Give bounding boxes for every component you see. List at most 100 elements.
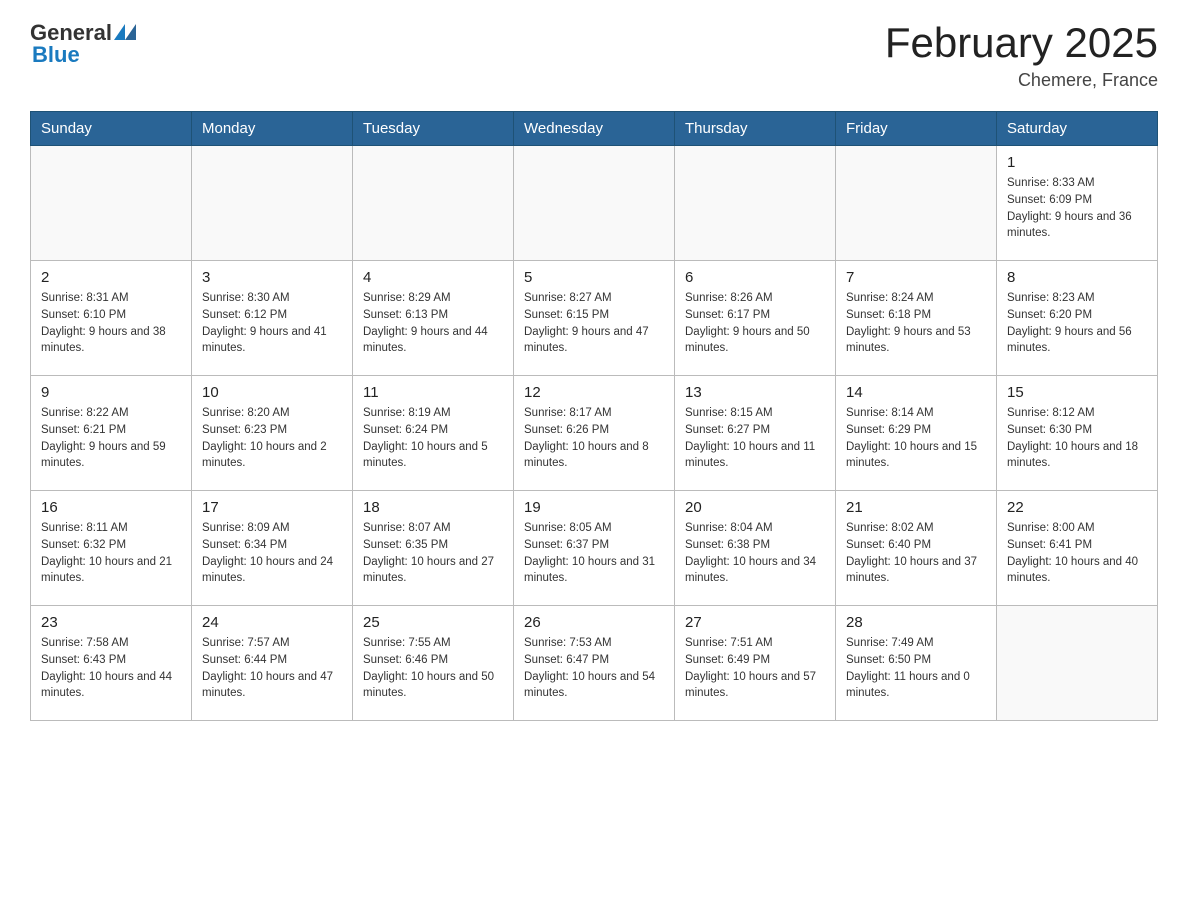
day-number: 3 bbox=[202, 269, 342, 286]
day-info: Sunrise: 8:07 AMSunset: 6:35 PMDaylight:… bbox=[363, 520, 503, 587]
day-number: 28 bbox=[846, 614, 986, 631]
location: Chemere, France bbox=[885, 70, 1158, 91]
day-info: Sunrise: 8:27 AMSunset: 6:15 PMDaylight:… bbox=[524, 290, 664, 357]
day-info: Sunrise: 8:22 AMSunset: 6:21 PMDaylight:… bbox=[41, 405, 181, 472]
day-info: Sunrise: 8:15 AMSunset: 6:27 PMDaylight:… bbox=[685, 405, 825, 472]
calendar-cell: 20 Sunrise: 8:04 AMSunset: 6:38 PMDayligh… bbox=[675, 491, 836, 606]
day-number: 27 bbox=[685, 614, 825, 631]
day-info: Sunrise: 8:09 AMSunset: 6:34 PMDaylight:… bbox=[202, 520, 342, 587]
calendar-cell: 24 Sunrise: 7:57 AMSunset: 6:44 PMDayligh… bbox=[192, 606, 353, 721]
day-header-tuesday: Tuesday bbox=[353, 112, 514, 146]
day-info: Sunrise: 8:11 AMSunset: 6:32 PMDaylight:… bbox=[41, 520, 181, 587]
calendar-cell: 4 Sunrise: 8:29 AMSunset: 6:13 PMDaylight… bbox=[353, 261, 514, 376]
calendar-cell: 19Sunrise: 8:05 AMSunset: 6:37 PMDayligh… bbox=[514, 491, 675, 606]
calendar-cell: 16 Sunrise: 8:11 AMSunset: 6:32 PMDayligh… bbox=[31, 491, 192, 606]
calendar-cell: 7 Sunrise: 8:24 AMSunset: 6:18 PMDaylight… bbox=[836, 261, 997, 376]
day-info: Sunrise: 8:24 AMSunset: 6:18 PMDaylight:… bbox=[846, 290, 986, 357]
calendar-cell: 13 Sunrise: 8:15 AMSunset: 6:27 PMDayligh… bbox=[675, 376, 836, 491]
day-number: 15 bbox=[1007, 384, 1147, 401]
calendar-cell: 17 Sunrise: 8:09 AMSunset: 6:34 PMDayligh… bbox=[192, 491, 353, 606]
calendar-cell: 18Sunrise: 8:07 AMSunset: 6:35 PMDayligh… bbox=[353, 491, 514, 606]
calendar-cell bbox=[31, 146, 192, 261]
calendar-cell bbox=[514, 146, 675, 261]
calendar-cell: 23 Sunrise: 7:58 AMSunset: 6:43 PMDayligh… bbox=[31, 606, 192, 721]
day-number: 9 bbox=[41, 384, 181, 401]
day-number: 20 bbox=[685, 499, 825, 516]
day-number: 10 bbox=[202, 384, 342, 401]
day-info: Sunrise: 8:33 AMSunset: 6:09 PMDaylight:… bbox=[1007, 175, 1147, 242]
calendar-cell: 28 Sunrise: 7:49 AMSunset: 6:50 PMDayligh… bbox=[836, 606, 997, 721]
day-header-wednesday: Wednesday bbox=[514, 112, 675, 146]
calendar-cell: 11 Sunrise: 8:19 AMSunset: 6:24 PMDayligh… bbox=[353, 376, 514, 491]
logo-blue-text: Blue bbox=[32, 42, 80, 68]
day-number: 23 bbox=[41, 614, 181, 631]
day-number: 5 bbox=[524, 269, 664, 286]
calendar-table: SundayMondayTuesdayWednesdayThursdayFrid… bbox=[30, 111, 1158, 721]
day-number: 24 bbox=[202, 614, 342, 631]
day-number: 2 bbox=[41, 269, 181, 286]
day-info: Sunrise: 8:26 AMSunset: 6:17 PMDaylight:… bbox=[685, 290, 825, 357]
day-info: Sunrise: 8:05 AMSunset: 6:37 PMDaylight:… bbox=[524, 520, 664, 587]
calendar-cell bbox=[192, 146, 353, 261]
calendar-cell: 10 Sunrise: 8:20 AMSunset: 6:23 PMDayligh… bbox=[192, 376, 353, 491]
calendar-cell bbox=[675, 146, 836, 261]
calendar-cell: 21 Sunrise: 8:02 AMSunset: 6:40 PMDayligh… bbox=[836, 491, 997, 606]
day-number: 17 bbox=[202, 499, 342, 516]
day-info: Sunrise: 8:04 AMSunset: 6:38 PMDaylight:… bbox=[685, 520, 825, 587]
day-info: Sunrise: 8:00 AMSunset: 6:41 PMDaylight:… bbox=[1007, 520, 1147, 587]
day-info: Sunrise: 7:57 AMSunset: 6:44 PMDaylight:… bbox=[202, 635, 342, 702]
calendar-cell: 8 Sunrise: 8:23 AMSunset: 6:20 PMDaylight… bbox=[997, 261, 1158, 376]
calendar-cell: 1 Sunrise: 8:33 AMSunset: 6:09 PMDaylight… bbox=[997, 146, 1158, 261]
day-info: Sunrise: 7:51 AMSunset: 6:49 PMDaylight:… bbox=[685, 635, 825, 702]
day-header-friday: Friday bbox=[836, 112, 997, 146]
page-header: General Blue February 2025 Chemere, Fran… bbox=[30, 20, 1158, 91]
calendar-cell: 5 Sunrise: 8:27 AMSunset: 6:15 PMDaylight… bbox=[514, 261, 675, 376]
calendar-cell: 12 Sunrise: 8:17 AMSunset: 6:26 PMDayligh… bbox=[514, 376, 675, 491]
day-info: Sunrise: 8:23 AMSunset: 6:20 PMDaylight:… bbox=[1007, 290, 1147, 357]
day-number: 25 bbox=[363, 614, 503, 631]
calendar-cell bbox=[836, 146, 997, 261]
day-info: Sunrise: 8:20 AMSunset: 6:23 PMDaylight:… bbox=[202, 405, 342, 472]
calendar-cell bbox=[997, 606, 1158, 721]
calendar-cell: 2 Sunrise: 8:31 AMSunset: 6:10 PMDaylight… bbox=[31, 261, 192, 376]
day-number: 16 bbox=[41, 499, 181, 516]
day-info: Sunrise: 8:29 AMSunset: 6:13 PMDaylight:… bbox=[363, 290, 503, 357]
day-number: 22 bbox=[1007, 499, 1147, 516]
day-info: Sunrise: 8:12 AMSunset: 6:30 PMDaylight:… bbox=[1007, 405, 1147, 472]
calendar-header-row: SundayMondayTuesdayWednesdayThursdayFrid… bbox=[31, 112, 1158, 146]
day-header-saturday: Saturday bbox=[997, 112, 1158, 146]
calendar-cell: 6 Sunrise: 8:26 AMSunset: 6:17 PMDaylight… bbox=[675, 261, 836, 376]
day-number: 4 bbox=[363, 269, 503, 286]
day-number: 6 bbox=[685, 269, 825, 286]
day-number: 1 bbox=[1007, 154, 1147, 171]
day-header-thursday: Thursday bbox=[675, 112, 836, 146]
calendar-cell: 22 Sunrise: 8:00 AMSunset: 6:41 PMDayligh… bbox=[997, 491, 1158, 606]
calendar-cell: 25 Sunrise: 7:55 AMSunset: 6:46 PMDayligh… bbox=[353, 606, 514, 721]
day-number: 11 bbox=[363, 384, 503, 401]
day-header-sunday: Sunday bbox=[31, 112, 192, 146]
day-info: Sunrise: 8:14 AMSunset: 6:29 PMDaylight:… bbox=[846, 405, 986, 472]
day-number: 8 bbox=[1007, 269, 1147, 286]
logo: General Blue bbox=[30, 20, 136, 68]
day-info: Sunrise: 7:55 AMSunset: 6:46 PMDaylight:… bbox=[363, 635, 503, 702]
day-header-monday: Monday bbox=[192, 112, 353, 146]
week-row-3: 9 Sunrise: 8:22 AMSunset: 6:21 PMDaylight… bbox=[31, 376, 1158, 491]
day-number: 13 bbox=[685, 384, 825, 401]
day-number: 21 bbox=[846, 499, 986, 516]
day-number: 12 bbox=[524, 384, 664, 401]
day-info: Sunrise: 8:30 AMSunset: 6:12 PMDaylight:… bbox=[202, 290, 342, 357]
week-row-5: 23 Sunrise: 7:58 AMSunset: 6:43 PMDayligh… bbox=[31, 606, 1158, 721]
day-number: 14 bbox=[846, 384, 986, 401]
day-number: 7 bbox=[846, 269, 986, 286]
calendar-cell bbox=[353, 146, 514, 261]
day-info: Sunrise: 8:19 AMSunset: 6:24 PMDaylight:… bbox=[363, 405, 503, 472]
day-info: Sunrise: 7:58 AMSunset: 6:43 PMDaylight:… bbox=[41, 635, 181, 702]
week-row-1: 1 Sunrise: 8:33 AMSunset: 6:09 PMDaylight… bbox=[31, 146, 1158, 261]
day-info: Sunrise: 7:49 AMSunset: 6:50 PMDaylight:… bbox=[846, 635, 986, 702]
day-info: Sunrise: 8:02 AMSunset: 6:40 PMDaylight:… bbox=[846, 520, 986, 587]
header-right: February 2025 Chemere, France bbox=[885, 20, 1158, 91]
day-info: Sunrise: 8:17 AMSunset: 6:26 PMDaylight:… bbox=[524, 405, 664, 472]
week-row-4: 16 Sunrise: 8:11 AMSunset: 6:32 PMDayligh… bbox=[31, 491, 1158, 606]
day-info: Sunrise: 8:31 AMSunset: 6:10 PMDaylight:… bbox=[41, 290, 181, 357]
day-info: Sunrise: 7:53 AMSunset: 6:47 PMDaylight:… bbox=[524, 635, 664, 702]
